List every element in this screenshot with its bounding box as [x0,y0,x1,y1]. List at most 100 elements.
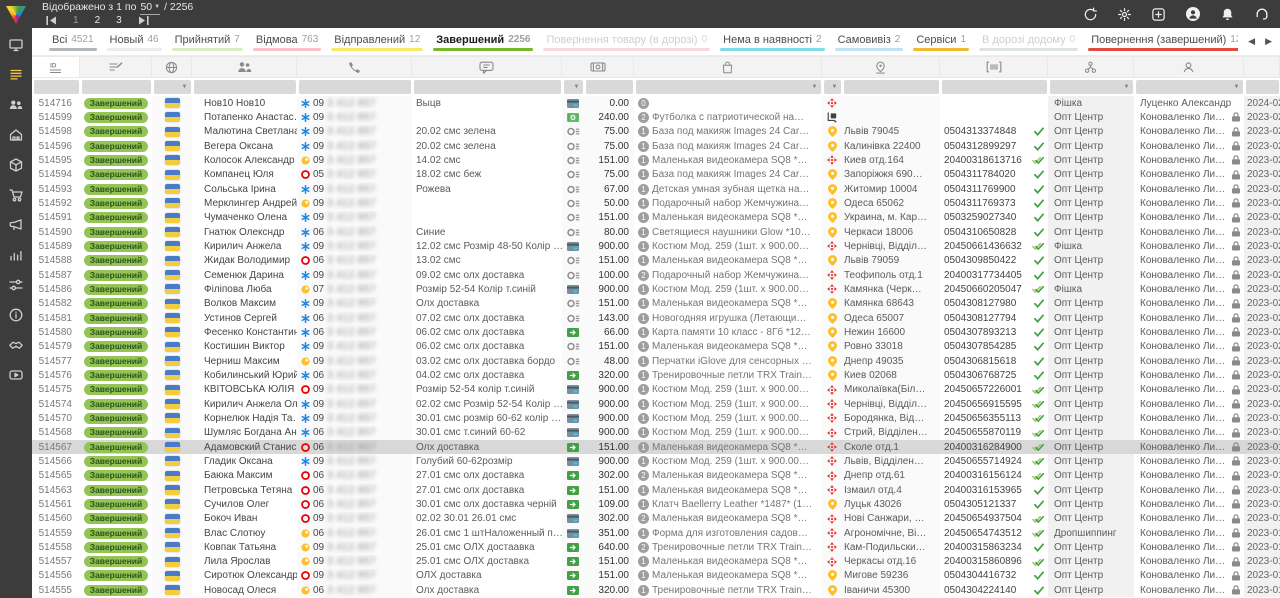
table-row[interactable]: 514590ЗавершенийГнатюк Олексндр063 412 8… [32,225,1280,239]
filter-input-amount[interactable] [586,80,633,94]
sidebar-item-info[interactable] [0,300,32,330]
filter-input-payment[interactable]: ▼ [564,80,583,94]
table-row[interactable]: 514588ЗавершенийЖидак Володимир063 412 8… [32,254,1280,268]
table-row[interactable]: 514577ЗавершенийЧерниш Максим093 412 857… [32,354,1280,368]
tab-Відмова[interactable]: Відмова763 [248,28,326,55]
column-header-status[interactable] [80,56,152,78]
table-row[interactable]: 514598ЗавершенийМалютина Светлана093 412… [32,125,1280,139]
table-row[interactable]: 514557ЗавершенийЛила Ярослав093 412 8572… [32,555,1280,569]
tab-Прийнятий[interactable]: Прийнятий7 [167,28,248,55]
filter-input-comment[interactable] [414,80,561,94]
refresh-icon[interactable] [1083,7,1098,22]
column-header-delivery_city[interactable] [822,56,940,78]
tab-Повернення товару (в дорозі)[interactable]: Повернення товару (в дорозі)0 [538,28,715,55]
tab-Відправлений[interactable]: Відправлений12 [326,28,428,55]
column-header-phone[interactable] [297,56,412,78]
filter-input-id[interactable] [34,80,79,94]
sidebar-item-company[interactable] [0,120,32,150]
filter-input-delivery[interactable]: ▼ [824,80,841,94]
column-header-products[interactable] [634,56,822,78]
filter-input-products[interactable]: ▼ [636,80,821,94]
filter-input-manager[interactable]: ▼ [1136,80,1243,94]
table-row[interactable]: 514575ЗавершенийКВІТОВСЬКА ЮЛІЯ093 412 8… [32,383,1280,397]
table-row[interactable]: 514565ЗавершенийБаюка Максим063 412 8572… [32,469,1280,483]
column-header-manager[interactable] [1134,56,1244,78]
filter-input-client[interactable] [194,80,296,94]
table-row[interactable]: 514555ЗавершенийНовосад Олеся063 412 857… [32,583,1280,597]
add-icon[interactable] [1151,7,1166,22]
table-row[interactable]: 514599ЗавершенийПотапенко Анастас…093 41… [32,110,1280,124]
table-row[interactable]: 514591ЗавершенийЧумаченко Олена093 412 8… [32,211,1280,225]
filter-input-phone[interactable] [299,80,411,94]
tabs-scroll-left-icon[interactable]: ◀ [1248,36,1255,47]
filter-input-status[interactable] [82,80,151,94]
table-row[interactable]: 514579ЗавершенийКостишин Виктор093 412 8… [32,340,1280,354]
table-row[interactable]: 514589ЗавершенийКирилич Анжела093 412 85… [32,239,1280,253]
table-row[interactable]: 514594ЗавершенийКомпанец Юля053 412 8571… [32,168,1280,182]
column-header-id[interactable]: ID [32,56,80,78]
column-header-date[interactable] [1244,56,1280,78]
bell-icon[interactable] [1220,7,1235,22]
filter-input-country[interactable]: ▼ [154,80,191,94]
tabs-scroll-right-icon[interactable]: ▶ [1265,36,1272,47]
column-header-comment[interactable] [412,56,562,78]
filter-input-date[interactable] [1246,80,1279,94]
support-icon[interactable] [1254,6,1270,22]
sidebar-item-dashboard[interactable] [0,30,32,60]
sidebar-item-partners[interactable] [0,330,32,360]
filter-input-tracking[interactable] [942,80,1047,94]
sidebar-item-marketing[interactable] [0,210,32,240]
column-header-channel[interactable] [1048,56,1134,78]
table-row[interactable]: 514574ЗавершенийКирилич Анжела Ол…093 41… [32,397,1280,411]
tab-Завершений[interactable]: Завершений2256 [428,28,538,55]
table-row[interactable]: 514580ЗавершенийФесенко Константин063 41… [32,325,1280,339]
table-row[interactable]: 514576ЗавершенийКобилинський Юрий063 412… [32,368,1280,382]
tab-Нема в наявності[interactable]: Нема в наявності2 [715,28,829,55]
table-row[interactable]: 514581ЗавершенийУстинов Сергей063 412 85… [32,311,1280,325]
page-size-selector[interactable]: 50▼ [140,1,160,15]
first-page-button[interactable] [46,16,57,25]
gear-icon[interactable] [1117,7,1132,22]
tab-В дорозі додому[interactable]: В дорозі додому0 [974,28,1083,55]
sidebar-item-products[interactable] [0,150,32,180]
table-row[interactable]: 514593ЗавершенийСольська Ірина093 412 85… [32,182,1280,196]
table-row[interactable]: 514716ЗавершенийНов10 Нов10093 412 857Вы… [32,96,1280,110]
table-row[interactable]: 514559ЗавершенийВлас Слотюу063 412 85726… [32,526,1280,540]
column-header-payment_amount[interactable] [562,56,634,78]
page-number[interactable]: 3 [116,15,122,26]
tab-Сервіси[interactable]: Сервіси1 [908,28,974,55]
table-row[interactable]: 514570ЗавершенийКорнелюк Надія Та…093 41… [32,411,1280,425]
table-row[interactable]: 514596ЗавершенийВегера Оксана093 412 857… [32,139,1280,153]
tab-Самовивіз[interactable]: Самовивіз2 [830,28,909,55]
sidebar-item-clients[interactable] [0,90,32,120]
last-page-button[interactable] [138,16,149,25]
table-row[interactable]: 514560ЗавершенийБокоч Иван093 412 85702.… [32,512,1280,526]
tab-Новый[interactable]: Новый46 [102,28,167,55]
column-header-country[interactable] [152,56,192,78]
column-header-tracking[interactable] [940,56,1048,78]
page-number[interactable]: 2 [95,15,101,26]
filter-input-channel[interactable]: ▼ [1050,80,1133,94]
table-row[interactable]: 514586ЗавершенийФіліпова Люба073 412 857… [32,282,1280,296]
profile-icon[interactable] [1185,6,1201,22]
sidebar-item-orders[interactable] [0,60,32,90]
table-row[interactable]: 514558ЗавершенийКовпак Татьяна093 412 85… [32,540,1280,554]
sidebar-item-settings[interactable] [0,270,32,300]
table-row[interactable]: 514595ЗавершенийКолосок Александр093 412… [32,153,1280,167]
table-row[interactable]: 514566ЗавершенийГладик Оксана093 412 857… [32,454,1280,468]
column-header-client[interactable] [192,56,297,78]
sidebar-item-procurement[interactable] [0,180,32,210]
table-row[interactable]: 514582ЗавершенийВолков Максим093 412 857… [32,297,1280,311]
table-row[interactable]: 514561ЗавершенийСучилов Олег063 412 8573… [32,497,1280,511]
table-row[interactable]: 514587ЗавершенийСеменюк Дарина093 412 85… [32,268,1280,282]
tab-Всі[interactable]: Всі4521 [44,28,102,55]
tab-Повернення (завершений)[interactable]: Повернення (завершений)125 [1083,28,1255,55]
sidebar-item-tutorials[interactable] [0,360,32,390]
filter-input-city[interactable] [844,80,939,94]
table-row[interactable]: 514567ЗавершенийАдамовский Станис…063 41… [32,440,1280,454]
table-row[interactable]: 514563ЗавершенийПетровська Тетяна063 412… [32,483,1280,497]
sidebar-item-statistics[interactable] [0,240,32,270]
table-row[interactable]: 514556ЗавершенийСиротюк Олександр093 412… [32,569,1280,583]
table-row[interactable]: 514592ЗавершенийМерклингер Андрей093 412… [32,196,1280,210]
page-number[interactable]: 1 [73,15,79,26]
